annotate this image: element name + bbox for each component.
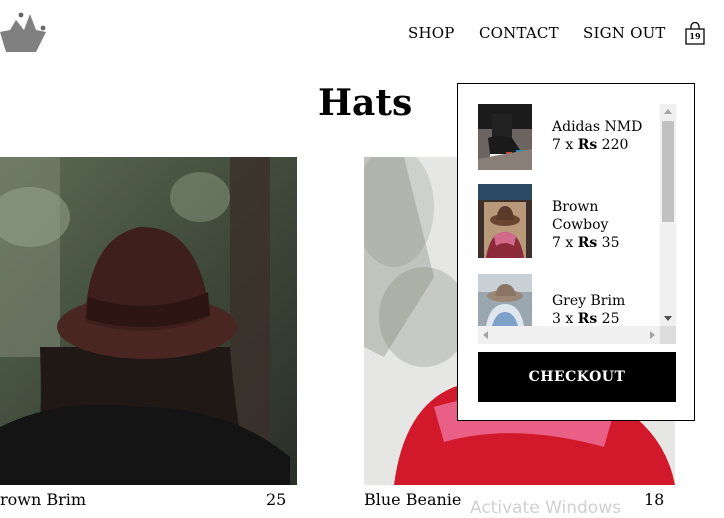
cart-item-name: Grey Brim bbox=[552, 293, 626, 309]
nav-contact-link[interactable]: CONTACT bbox=[479, 24, 559, 42]
scroll-right-icon[interactable] bbox=[650, 331, 655, 339]
crown-logo-icon[interactable] bbox=[0, 12, 48, 52]
cart-item-name: Adidas NMD bbox=[552, 119, 643, 135]
scroll-down-icon[interactable] bbox=[664, 316, 672, 321]
cart-item-image bbox=[478, 274, 532, 326]
cart-item-quantity-price: 7 x Rs 35 bbox=[552, 235, 620, 251]
horizontal-scrollbar[interactable] bbox=[478, 326, 660, 344]
cart-items-list[interactable]: Adidas NMD 7 x Rs 220 Brown Cowboy 7 x R… bbox=[478, 104, 676, 344]
cart-item-name: Brown Cowboy bbox=[552, 199, 609, 233]
nav-sign-out-link[interactable]: SIGN OUT bbox=[583, 24, 666, 42]
cart-item-quantity-price: 7 x Rs 220 bbox=[552, 137, 629, 153]
nav-shop-link[interactable]: SHOP bbox=[408, 24, 455, 42]
cart-item-image bbox=[478, 184, 532, 258]
cart-dropdown: Adidas NMD 7 x Rs 220 Brown Cowboy 7 x R… bbox=[457, 83, 695, 421]
vertical-scrollbar[interactable] bbox=[660, 104, 676, 326]
cart-item-image bbox=[478, 104, 532, 170]
product-price: 25 bbox=[266, 490, 287, 509]
page-title: Hats bbox=[318, 82, 413, 124]
activate-windows-watermark: Activate Windows bbox=[470, 498, 621, 518]
checkout-button[interactable]: CHECKOUT bbox=[478, 352, 676, 402]
scrollbar-thumb[interactable] bbox=[662, 121, 674, 222]
product-name: rown Brim bbox=[0, 490, 87, 509]
scroll-up-icon[interactable] bbox=[664, 109, 672, 114]
product-image-brown-brim[interactable] bbox=[0, 157, 297, 485]
scroll-left-icon[interactable] bbox=[483, 331, 488, 339]
scrollbar-corner bbox=[660, 326, 676, 344]
product-price: 18 bbox=[644, 490, 665, 509]
cart-item-info: Brown Cowboy 7 x Rs 35 bbox=[552, 198, 652, 252]
cart-item-info: Adidas NMD 7 x Rs 220 bbox=[552, 118, 652, 154]
cart-button[interactable]: 19 bbox=[684, 22, 706, 46]
cart-count-badge: 19 bbox=[689, 31, 701, 41]
product-name: Blue Beanie bbox=[364, 490, 462, 509]
cart-item-info: Grey Brim 3 x Rs 25 bbox=[552, 292, 652, 328]
